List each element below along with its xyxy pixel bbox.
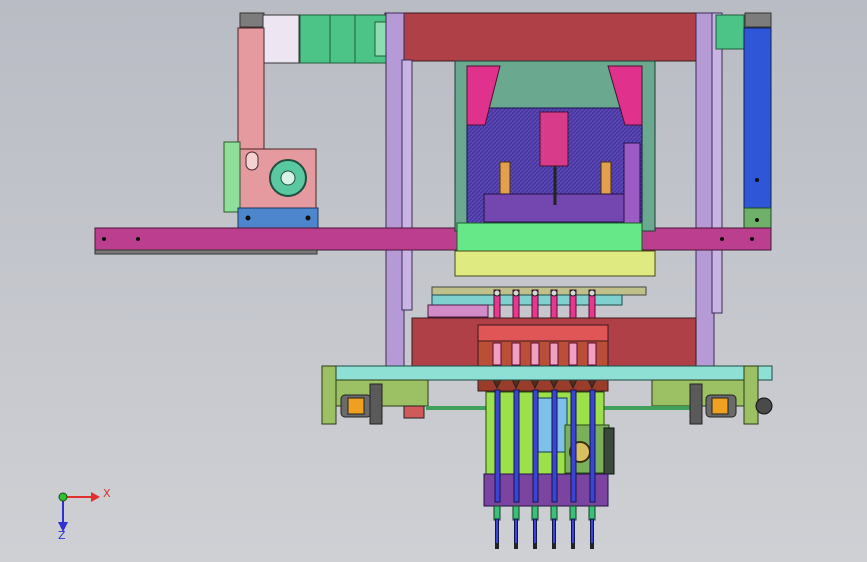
tool-rod [589, 389, 596, 503]
guide-pin-right [600, 161, 612, 199]
upper-bracket [262, 14, 300, 64]
green-side-plate [223, 141, 241, 213]
needle-tip [495, 543, 499, 549]
punch-holder [539, 111, 569, 167]
nozzle [511, 342, 521, 366]
nozzle [568, 342, 578, 366]
needle-tip [514, 543, 518, 549]
bolt [136, 237, 140, 241]
end-knob [755, 397, 773, 415]
die-green-plate [456, 222, 643, 254]
needle-tip [590, 543, 594, 549]
right-column-outer [695, 12, 715, 374]
side-post-right [623, 142, 641, 224]
top-beam-cap-right [744, 12, 772, 28]
bolt [750, 237, 754, 241]
manifold [477, 324, 609, 392]
nozzle [492, 342, 502, 366]
needle-cap [531, 289, 539, 297]
needle-tip [571, 543, 575, 549]
nozzle [549, 342, 559, 366]
right-top-block [715, 14, 745, 50]
cad-assembly-view [58, 12, 773, 549]
lower-needle [533, 518, 537, 548]
tool-rod [551, 389, 558, 503]
bolt [305, 215, 311, 221]
die-yellow-plate [454, 250, 656, 277]
needle-cap [512, 289, 520, 297]
lower-tool-block [483, 389, 615, 549]
lower-needle [590, 518, 594, 548]
tool-dark-strip [603, 427, 615, 475]
bolt [245, 215, 251, 221]
die-set [454, 60, 656, 277]
gear-hub [280, 170, 296, 186]
tool-rod [532, 389, 539, 503]
left-column-inner [401, 59, 413, 311]
base-left-end [321, 365, 337, 425]
lower-needle [495, 518, 499, 548]
lower-needle [552, 518, 556, 548]
tool-rod [494, 389, 501, 503]
nozzle [530, 342, 540, 366]
needle-cap [550, 289, 558, 297]
right-column-assembly [715, 14, 772, 245]
lower-coupler [569, 505, 577, 521]
base-teal-rail [321, 365, 773, 381]
roller-clamp [403, 405, 425, 419]
x-axis-label: X [103, 487, 111, 500]
top-gantry [239, 12, 772, 64]
lower-coupler [493, 505, 501, 521]
lower-coupler [531, 505, 539, 521]
feed-rail-olive [431, 286, 647, 296]
roller-core [711, 397, 729, 415]
bolt [755, 178, 759, 182]
nozzle [587, 342, 597, 366]
needle-tip [552, 543, 556, 549]
needle-cap [493, 289, 501, 297]
lower-needle [514, 518, 518, 548]
tool-rod [570, 389, 577, 503]
top-beam [384, 12, 716, 62]
roller-core [347, 397, 365, 415]
lower-coupler [512, 505, 520, 521]
drive-motor [299, 14, 387, 64]
motor-flange [374, 21, 388, 57]
left-column-outer [385, 12, 405, 374]
top-beam-cap-left [239, 12, 265, 28]
lower-coupler [588, 505, 596, 521]
lower-needle [571, 518, 575, 548]
base-right-end [743, 365, 759, 425]
long-bar-edge [94, 249, 318, 255]
needle-cap [588, 289, 596, 297]
tool-rod [513, 389, 520, 503]
roller-bracket [689, 383, 703, 425]
long-bar-body [94, 227, 772, 251]
guide-pin-left [499, 161, 511, 199]
feed-rail-pink [427, 304, 489, 318]
belt-housing [237, 27, 265, 159]
needle-cap [569, 289, 577, 297]
right-blue-column [743, 27, 772, 213]
manifold-top [477, 324, 609, 342]
z-axis-label: Z [58, 529, 66, 542]
origin-dot [58, 492, 68, 502]
lower-coupler [550, 505, 558, 521]
bolt [720, 237, 724, 241]
x-arrow-head [91, 492, 100, 502]
needle-tip [533, 543, 537, 549]
bolt [755, 218, 759, 222]
slot [245, 151, 259, 171]
right-column-inner [711, 12, 723, 314]
bolt [102, 237, 106, 241]
needle-row-lower [493, 505, 596, 549]
clamp-block [483, 473, 609, 507]
axis-triad [58, 492, 100, 532]
long-bar [94, 227, 772, 255]
roller-bracket [369, 383, 383, 425]
